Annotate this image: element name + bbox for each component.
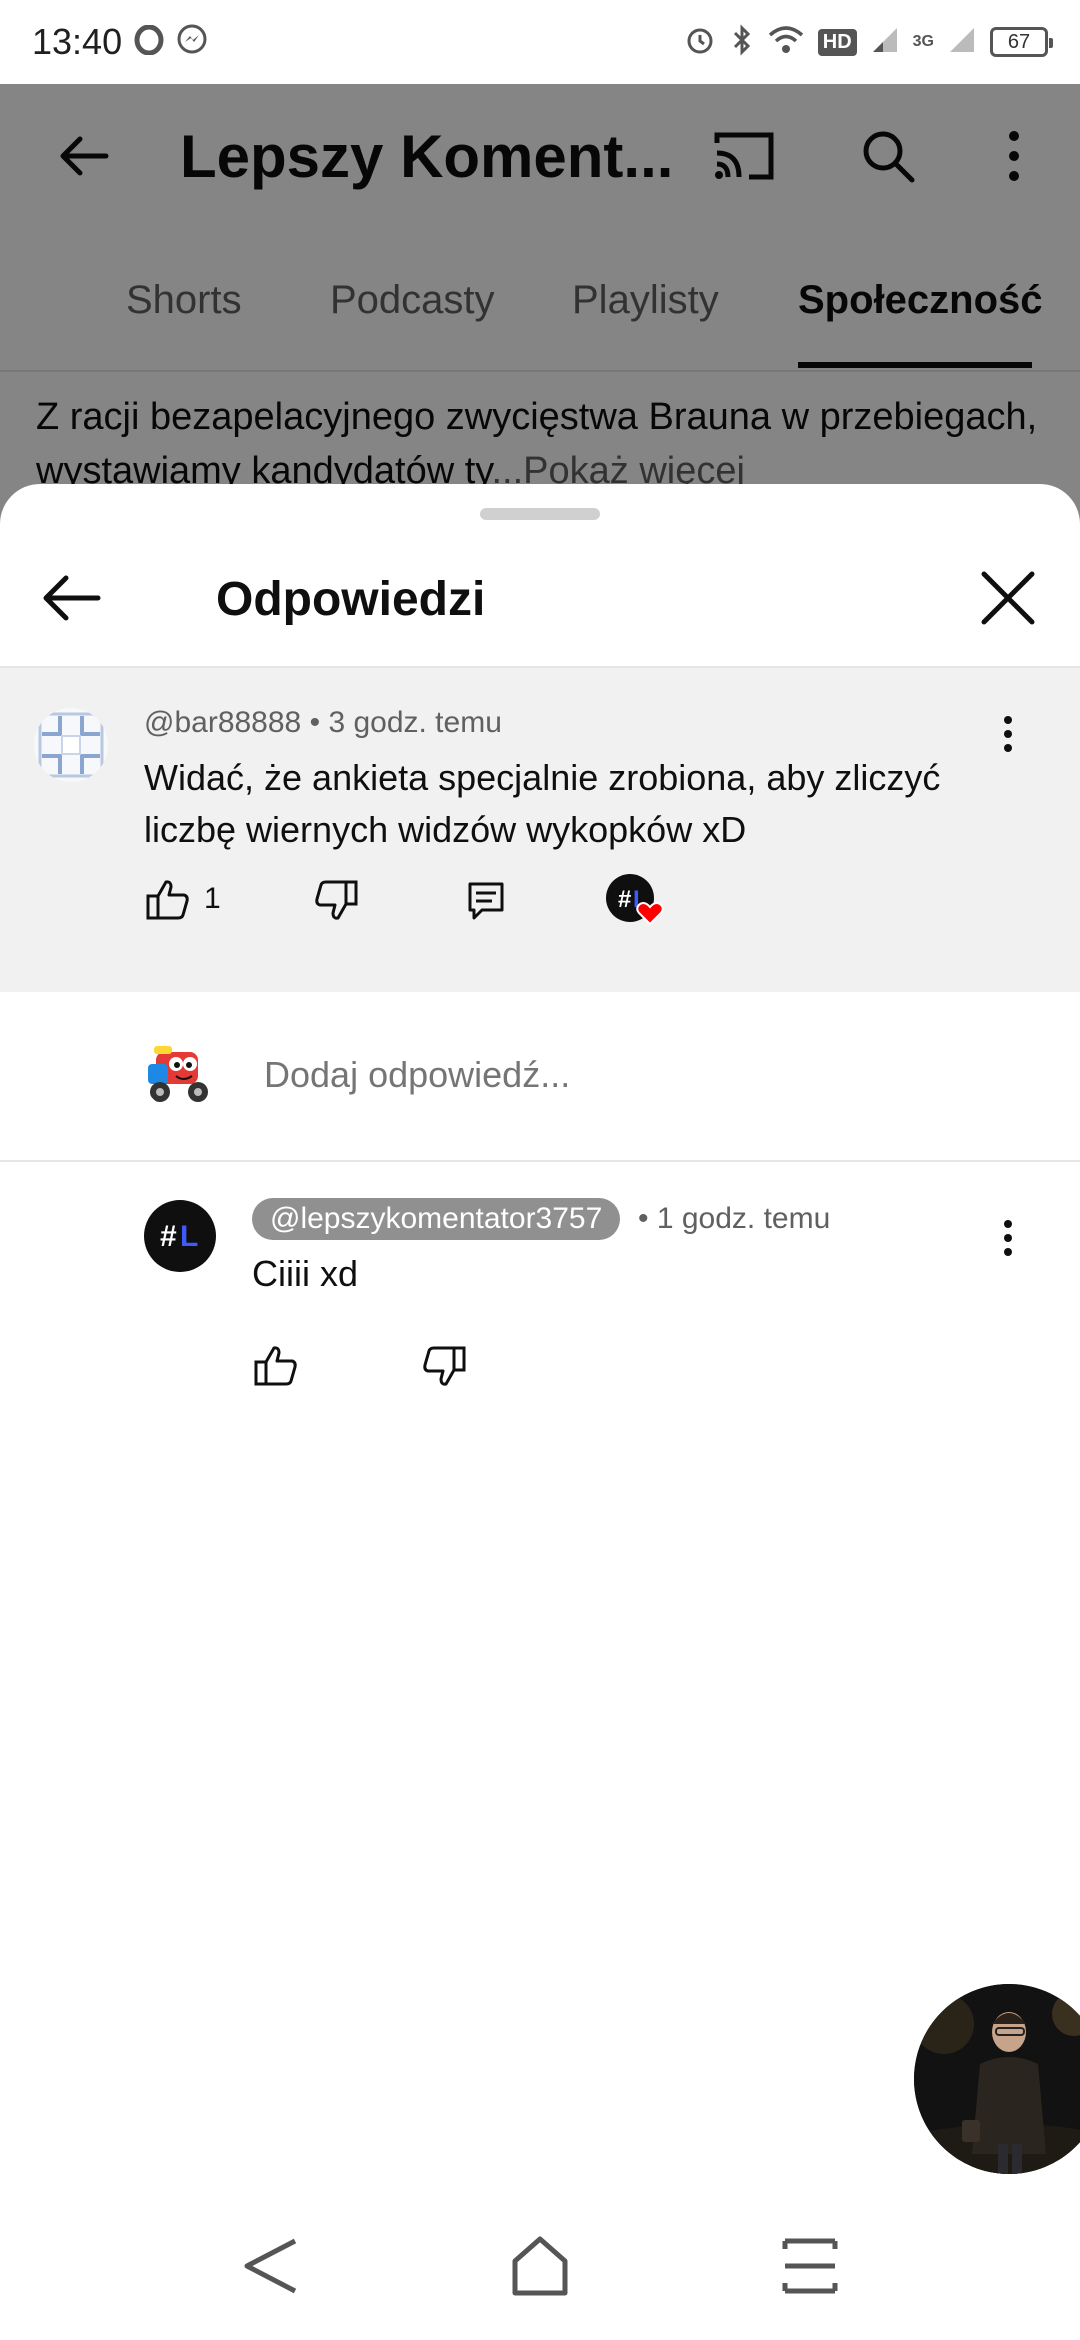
wifi-icon [768, 25, 804, 60]
battery-indicator: 67 [990, 27, 1053, 57]
like-icon[interactable] [246, 1336, 306, 1396]
dislike-icon[interactable] [414, 1336, 474, 1396]
system-nav-bar [0, 2190, 1080, 2340]
sheet-title: Odpowiedzi [216, 573, 486, 626]
parent-comment: @bar88888 • 3 godz. temu Widać, że ankie… [0, 668, 1080, 992]
reply-divider [0, 1160, 1080, 1162]
svg-text:#: # [618, 886, 631, 913]
status-bar: 13:40 HD 3G 67 [0, 0, 1080, 84]
comment-author[interactable]: @bar88888 [144, 706, 301, 739]
sheet-header: Odpowiedzi [0, 532, 1080, 668]
comment-text: Widać, że ankieta specjalnie zrobiona, a… [144, 757, 941, 850]
nav-home-icon[interactable] [500, 2226, 580, 2306]
add-reply-row [0, 992, 1080, 1162]
reply-author-chip[interactable]: @lepszykomentator3757 [252, 1198, 621, 1240]
signal-icon-2 [948, 26, 976, 59]
user-avatar [142, 1034, 218, 1110]
nav-back-icon[interactable] [230, 2226, 310, 2306]
status-time: 13:40 [32, 21, 123, 62]
comment-meta: @bar88888 • 3 godz. temu [144, 706, 502, 740]
back-arrow-icon[interactable] [36, 562, 108, 634]
comment-time: 3 godz. temu [328, 706, 502, 739]
like-icon[interactable] [138, 870, 198, 930]
hd-badge: HD [817, 28, 857, 56]
reply-input[interactable] [264, 1054, 964, 1096]
reply-time: 1 godz. temu [656, 1202, 831, 1235]
svg-text:#: # [160, 1220, 177, 1253]
alarm-icon [684, 24, 716, 61]
dislike-icon[interactable] [306, 870, 366, 930]
opera-icon [134, 24, 164, 60]
meta-separator: • [309, 706, 329, 739]
network-type: 3G [912, 33, 934, 50]
meta-separator: • [638, 1202, 657, 1235]
reply-more-icon[interactable] [988, 1208, 1028, 1268]
reply-meta: • 1 godz. temu [638, 1202, 830, 1236]
comment-more-icon[interactable] [988, 704, 1028, 764]
reply-text: Ciiii xd [252, 1253, 359, 1294]
creator-heart-icon: # L [600, 868, 674, 942]
reply-author-avatar[interactable]: # L [144, 1200, 216, 1272]
author-avatar[interactable] [34, 708, 108, 782]
reply-icon[interactable] [456, 870, 516, 930]
like-count: 1 [204, 882, 221, 915]
sheet-drag-handle[interactable] [480, 508, 600, 520]
nav-recents-icon[interactable] [770, 2226, 850, 2306]
messenger-icon [176, 24, 208, 61]
signal-icon [871, 26, 899, 59]
svg-text:L: L [180, 1220, 198, 1253]
bluetooth-icon [730, 23, 754, 61]
close-icon[interactable] [972, 562, 1044, 634]
